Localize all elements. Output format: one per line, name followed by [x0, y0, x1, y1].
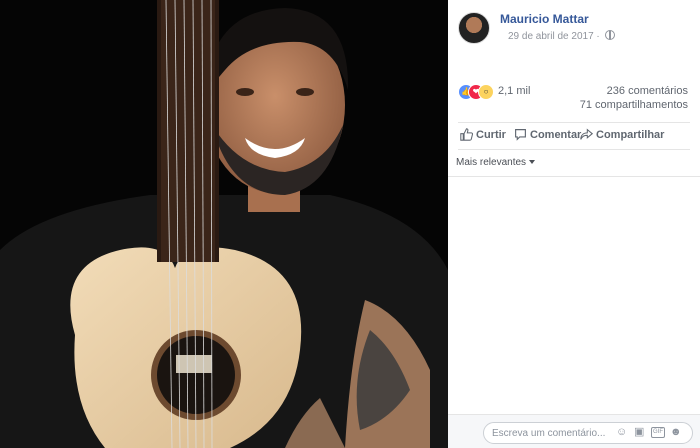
gif-icon[interactable]: GIF: [651, 427, 665, 438]
post-photo[interactable]: [0, 0, 448, 448]
comment-sort-dropdown[interactable]: Mais relevantes: [456, 157, 536, 168]
reaction-count[interactable]: 2,1 mil: [498, 85, 530, 97]
camera-icon[interactable]: ▣: [634, 425, 644, 439]
action-bar: Curtir Comentar Compartilhar: [458, 122, 690, 150]
post-details-panel: Mauricio Mattar 29 de abril de 2017 · 👍 …: [448, 0, 700, 448]
emoji-icon[interactable]: ☺: [616, 425, 627, 439]
post-meta: 29 de abril de 2017 ·: [508, 30, 615, 42]
caret-down-icon: [529, 160, 536, 164]
share-button[interactable]: Compartilhar: [580, 128, 664, 141]
globe-icon[interactable]: [604, 30, 615, 40]
comment-button[interactable]: Comentar: [514, 128, 581, 141]
separator-dot: ·: [596, 31, 603, 42]
post-date[interactable]: 29 de abril de 2017: [508, 31, 594, 42]
comments-count[interactable]: 236 comentários: [580, 84, 688, 98]
sticker-icon[interactable]: ☻: [670, 425, 682, 439]
share-button-label: Compartilhar: [596, 129, 665, 141]
divider: [448, 176, 700, 177]
author-name[interactable]: Mauricio Mattar: [500, 12, 589, 26]
avatar[interactable]: [458, 12, 490, 44]
comment-button-label: Comentar: [530, 129, 582, 141]
like-button-label: Curtir: [476, 129, 506, 141]
share-arrow-icon: [580, 128, 594, 140]
photo-illustration: [0, 0, 448, 448]
post-stats: 236 comentários 71 compartilhamentos: [580, 84, 688, 112]
shares-count[interactable]: 71 compartilhamentos: [580, 98, 688, 112]
thumbs-up-icon: [460, 128, 474, 141]
comment-composer: ☺ ▣ GIF ☻: [448, 414, 700, 448]
like-button[interactable]: Curtir: [460, 128, 506, 141]
wow-icon: ○: [478, 84, 494, 100]
reactions-summary[interactable]: 👍 ❤ ○ 2,1 mil: [458, 84, 548, 100]
speech-bubble-icon: [515, 129, 526, 141]
post-header: Mauricio Mattar 29 de abril de 2017 ·: [458, 10, 698, 44]
sort-label: Mais relevantes: [456, 157, 527, 168]
